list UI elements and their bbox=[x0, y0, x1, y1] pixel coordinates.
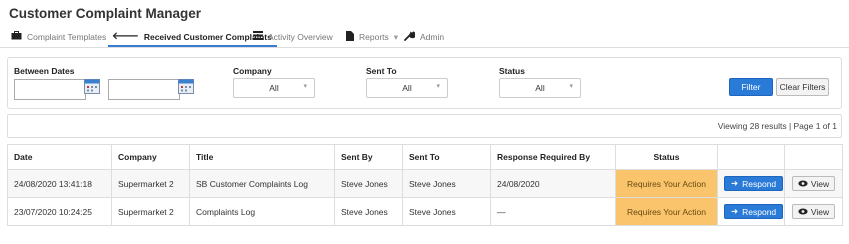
nav-label: Reports bbox=[359, 32, 389, 42]
status-select-value: All bbox=[535, 83, 545, 93]
app-title: Customer Complaint Manager bbox=[9, 6, 202, 21]
arrow-right-icon: ➜ bbox=[731, 178, 739, 188]
chevron-down-icon: ▾ bbox=[393, 31, 399, 42]
filter-button[interactable]: Filter bbox=[729, 78, 773, 96]
cell-date: 24/08/2020 13:41:18 bbox=[7, 169, 112, 198]
company-label: Company bbox=[233, 66, 272, 76]
view-button-label: View bbox=[810, 206, 830, 217]
respond-button[interactable]: ➜ Respond bbox=[724, 204, 784, 219]
respond-button-label: Respond bbox=[742, 178, 777, 189]
chevron-down-icon: ▾ bbox=[436, 83, 440, 90]
cell-title: Complaints Log bbox=[189, 197, 335, 226]
arrow-right-icon: ➜ bbox=[731, 206, 739, 216]
nav-reports[interactable]: Reports ▾ bbox=[346, 29, 398, 45]
company-select-value: All bbox=[269, 83, 279, 93]
eye-icon bbox=[798, 207, 808, 217]
respond-button[interactable]: ➜ Respond bbox=[724, 176, 784, 191]
cell-view: View bbox=[784, 197, 843, 226]
status-badge: Requires Your Action bbox=[615, 169, 718, 198]
cell-sent-by: Steve Jones bbox=[334, 197, 403, 226]
column-header-respond bbox=[717, 144, 785, 170]
calendar-icon[interactable] bbox=[178, 78, 194, 94]
arrow-left-icon: 🡐 bbox=[112, 31, 139, 42]
cell-view: View bbox=[784, 169, 843, 198]
column-header-title[interactable]: Title bbox=[189, 144, 335, 170]
nav-activity-overview[interactable]: Activity Overview bbox=[253, 29, 333, 45]
cell-date: 23/07/2020 10:24:25 bbox=[7, 197, 112, 226]
cell-sent-to: Steve Jones bbox=[402, 169, 491, 198]
main-nav: Complaint Templates 🡐 Received Customer … bbox=[0, 27, 849, 48]
eye-icon bbox=[798, 179, 808, 189]
date-from-input[interactable] bbox=[14, 79, 86, 100]
date-to-input[interactable] bbox=[108, 79, 180, 100]
briefcase-icon bbox=[11, 31, 22, 43]
sent-to-select[interactable]: All ▾ bbox=[366, 78, 448, 98]
view-button-label: View bbox=[810, 178, 830, 189]
column-header-view bbox=[784, 144, 843, 170]
results-summary: Viewing 28 results | Page 1 of 1 bbox=[717, 121, 837, 131]
column-header-sent-by[interactable]: Sent By bbox=[334, 144, 403, 170]
status-badge: Requires Your Action bbox=[615, 197, 718, 226]
wrench-icon bbox=[404, 30, 416, 44]
sent-to-label: Sent To bbox=[366, 66, 397, 76]
complaints-table: Date Company Title Sent By Sent To Respo… bbox=[7, 144, 843, 226]
nav-label: Activity Overview bbox=[268, 32, 333, 42]
nav-admin[interactable]: Admin bbox=[404, 29, 444, 45]
cell-sent-to: Steve Jones bbox=[402, 197, 491, 226]
cell-respond: ➜ Respond bbox=[717, 197, 785, 226]
column-header-company[interactable]: Company bbox=[111, 144, 190, 170]
view-button[interactable]: View bbox=[791, 176, 836, 191]
column-header-status[interactable]: Status bbox=[615, 144, 718, 170]
file-icon bbox=[346, 30, 354, 44]
nav-label: Complaint Templates bbox=[27, 32, 107, 42]
chevron-down-icon: ▾ bbox=[569, 83, 573, 90]
cell-title: SB Customer Complaints Log bbox=[189, 169, 335, 198]
respond-button-label: Respond bbox=[742, 206, 777, 217]
company-select[interactable]: All ▾ bbox=[233, 78, 315, 98]
column-header-sent-to[interactable]: Sent To bbox=[402, 144, 491, 170]
sent-to-select-value: All bbox=[402, 83, 412, 93]
table-header-row: Date Company Title Sent By Sent To Respo… bbox=[7, 144, 843, 170]
table-row: 24/08/2020 13:41:18 Supermarket 2 SB Cus… bbox=[7, 169, 843, 198]
cell-response-required-by: — bbox=[490, 197, 616, 226]
cell-respond: ➜ Respond bbox=[717, 169, 785, 198]
chevron-down-icon: ▾ bbox=[303, 83, 307, 90]
between-dates-label: Between Dates bbox=[14, 66, 75, 76]
cell-company: Supermarket 2 bbox=[111, 169, 190, 198]
cell-company: Supermarket 2 bbox=[111, 197, 190, 226]
table-row: 23/07/2020 10:24:25 Supermarket 2 Compla… bbox=[7, 197, 843, 226]
nav-received-customer-complaints[interactable]: 🡐 Received Customer Complaints bbox=[108, 29, 277, 47]
status-label: Status bbox=[499, 66, 525, 76]
status-select[interactable]: All ▾ bbox=[499, 78, 581, 98]
calendar-icon[interactable] bbox=[84, 78, 100, 94]
filter-panel: Between Dates Company All ▾ Sent To All … bbox=[7, 57, 842, 109]
results-bar: Viewing 28 results | Page 1 of 1 bbox=[7, 114, 842, 138]
column-header-date[interactable]: Date bbox=[7, 144, 112, 170]
table-list-icon bbox=[253, 31, 263, 43]
cell-response-required-by: 24/08/2020 bbox=[490, 169, 616, 198]
view-button[interactable]: View bbox=[791, 204, 836, 219]
nav-complaint-templates[interactable]: Complaint Templates bbox=[11, 29, 106, 45]
cell-sent-by: Steve Jones bbox=[334, 169, 403, 198]
column-header-response-required-by[interactable]: Response Required By bbox=[490, 144, 616, 170]
clear-filters-button[interactable]: Clear Filters bbox=[776, 78, 829, 96]
nav-label: Admin bbox=[420, 32, 445, 42]
